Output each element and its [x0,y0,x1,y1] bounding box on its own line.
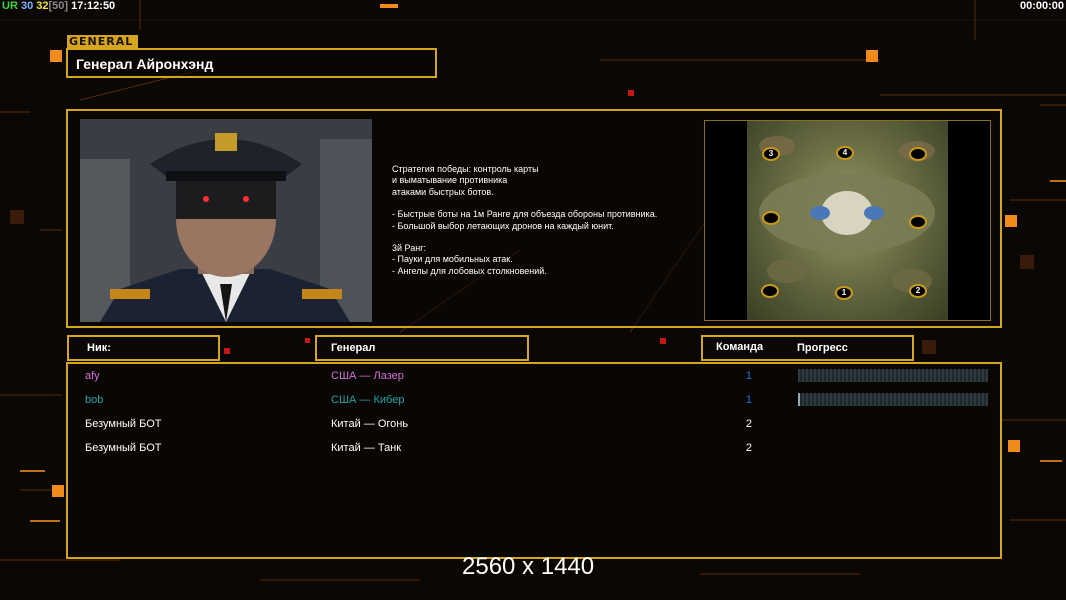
player-nick: bob [85,394,104,406]
map-preview: 3 4 1 2 [704,120,991,321]
general-portrait [80,119,372,322]
player-row[interactable]: Безумный БОТ Китай — Танк 2 [68,438,1000,458]
map-spawn-point[interactable]: 4 [836,146,854,160]
player-row[interactable]: Безумный БОТ Китай — Огонь 2 [68,414,1000,434]
game-timer: 00:00:00 [1019,0,1064,12]
player-list: afy США — Лазер 1 bob США — Кибер 1 Безумный Б… [66,362,1002,559]
player-team[interactable]: 2 [738,418,752,430]
description-gap [392,198,712,209]
player-progress-bar [798,369,988,382]
description-line: - Пауки для мобильных атак. [392,254,513,265]
general-description: Стратегия победы: контроль карты и выматы… [392,164,712,277]
map-spawn-point[interactable]: 3 [762,147,780,161]
general-name: Генерал Айронхэнд [76,56,214,72]
player-general[interactable]: США — Лазер [331,370,404,382]
general-tag: GENERAL [67,35,138,49]
general-info-panel: Стратегия победы: контроль карты и выматы… [66,109,1002,328]
description-gap [392,232,712,243]
ur-label: UR [2,0,18,12]
ur-value-b: 32 [36,0,49,12]
map-spawn-point[interactable]: 2 [909,284,927,298]
player-general[interactable]: Китай — Огонь [331,418,408,430]
column-header-nick: Ник: [67,335,220,361]
description-line: - Ангелы для лобовых столкновений. [392,265,547,276]
clock: 17:12:50 [71,0,116,12]
player-row[interactable]: afy США — Лазер 1 [68,366,1000,386]
player-team[interactable]: 1 [738,394,752,406]
player-team[interactable]: 2 [738,442,752,454]
player-nick: afy [85,370,100,382]
column-header-team-progress: Команда Прогресс [701,335,914,361]
description-line: и выматывание противника [392,175,508,186]
resolution-label: 2560 x 1440 [462,553,595,580]
player-general[interactable]: США — Кибер [331,394,404,406]
player-progress-bar [798,393,988,406]
description-line: атаками быстрых ботов. [392,186,494,197]
player-nick: Безумный БОТ [85,442,162,454]
progress-fill [798,393,800,406]
header-nick-label: Ник: [87,342,111,354]
hud-stats: UR 30 32[50] 17:12:50 [2,0,115,13]
header-team-label: Команда [716,341,764,353]
player-row[interactable]: bob США — Кибер 1 [68,390,1000,410]
portrait-image [80,119,372,322]
description-line: - Большой выбор летающих дронов на кажды… [392,220,614,231]
ur-value-a: 30 [20,0,34,12]
player-team[interactable]: 1 [738,370,752,382]
description-line: Стратегия победы: контроль карты [392,164,539,174]
map-spawn-point[interactable] [761,284,779,298]
description-line: 3й Ранг: [392,243,426,254]
header-progress-label: Прогресс [797,342,848,354]
map-spawn-point[interactable]: 1 [835,286,853,300]
map-spawn-point[interactable] [909,215,927,229]
ur-value-c: [50] [48,0,69,12]
column-header-general: Генерал [315,335,529,361]
map-spawn-point[interactable] [762,211,780,225]
general-title-box: Генерал Айронхэнд [66,48,437,78]
player-general[interactable]: Китай — Танк [331,442,401,454]
header-general-label: Генерал [331,342,376,354]
description-line: - Быстрые боты на 1м Ранге для объезда о… [392,209,658,220]
player-nick: Безумный БОТ [85,418,162,430]
map-minimap: 3 4 1 2 [747,121,948,320]
map-spawn-point[interactable] [909,147,927,161]
